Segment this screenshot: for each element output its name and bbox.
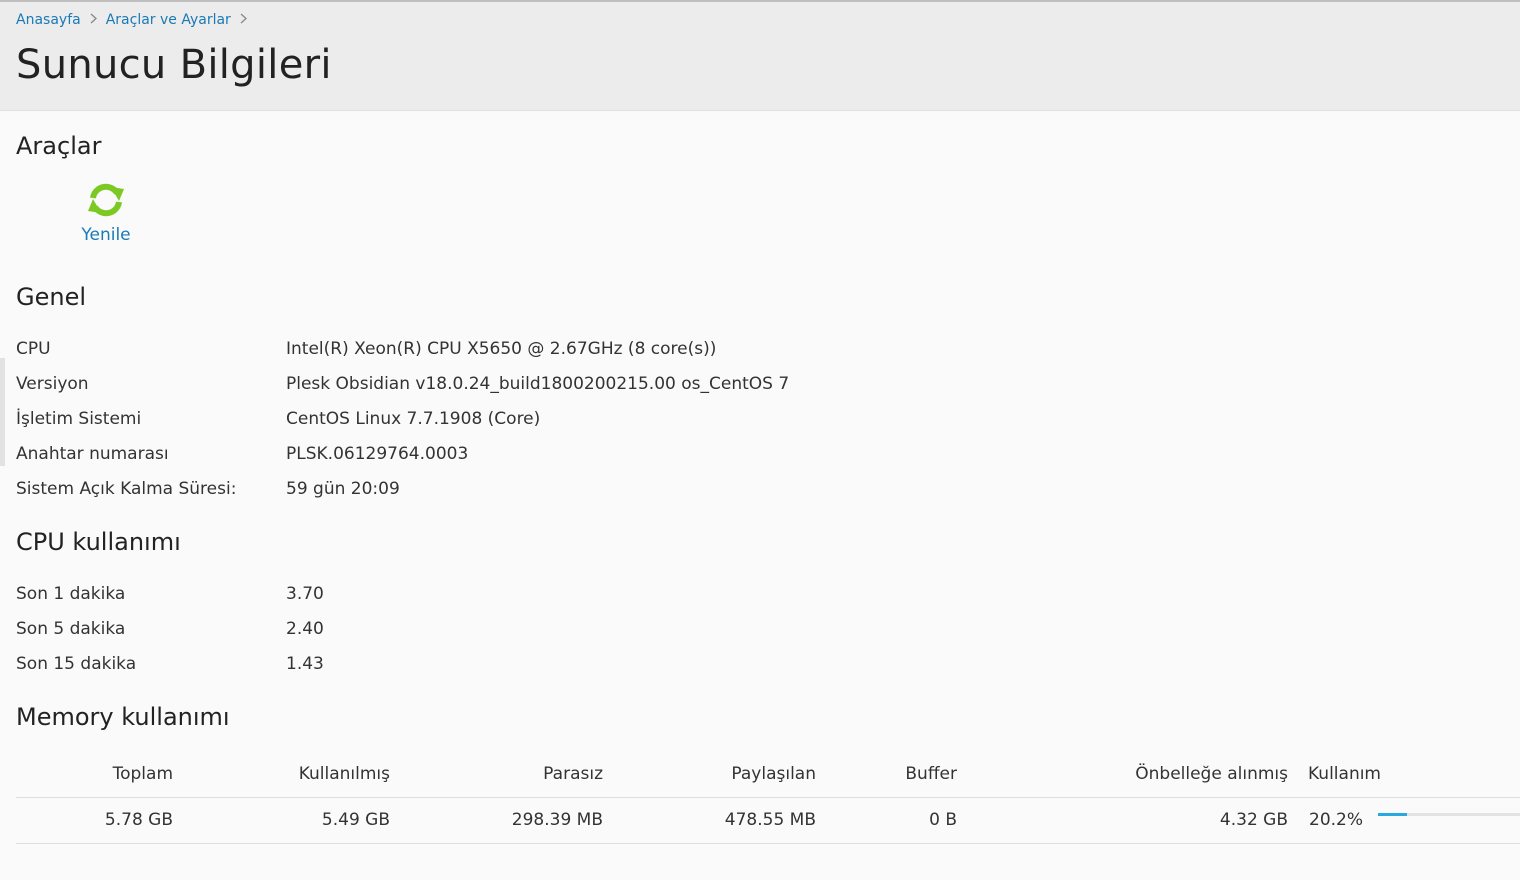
general-label: Sistem Açık Kalma Süresi: [16, 479, 237, 499]
general-row-version: Versiyon Plesk Obsidian v18.0.24_build18… [16, 374, 916, 398]
general-value: PLSK.06129764.0003 [286, 444, 469, 464]
header-free: Parasız [543, 764, 603, 784]
general-value: Plesk Obsidian v18.0.24_build1800200215.… [286, 374, 790, 394]
general-label: CPU [16, 339, 51, 359]
breadcrumb-tools-settings-link[interactable]: Araçlar ve Ayarlar [106, 12, 231, 28]
page-header: Anasayfa Araçlar ve Ayarlar Sunucu Bilgi… [0, 2, 1520, 111]
general-section-title: Genel [16, 283, 87, 311]
general-label: Versiyon [16, 374, 89, 394]
table-row: 5.78 GB 5.49 GB 298.39 MB 478.55 MB 0 B … [16, 798, 1520, 844]
chevron-right-icon [240, 13, 247, 28]
general-row-uptime: Sistem Açık Kalma Süresi: 59 gün 20:09 [16, 479, 916, 503]
header-shared: Paylaşılan [731, 764, 816, 784]
cpu-value: 3.70 [286, 584, 324, 604]
value-buffer: 0 B [929, 810, 957, 830]
general-label: İşletim Sistemi [16, 409, 142, 429]
usage-progress-fill [1378, 813, 1407, 816]
general-value: CentOS Linux 7.7.1908 (Core) [286, 409, 541, 429]
cpu-section-title: CPU kullanımı [16, 528, 181, 556]
breadcrumb-home-link[interactable]: Anasayfa [16, 12, 81, 28]
cpu-label: Son 5 dakika [16, 619, 126, 639]
value-usage: 20.2% [1309, 810, 1364, 830]
general-row-key-number: Anahtar numarası PLSK.06129764.0003 [16, 444, 916, 468]
general-value: 59 gün 20:09 [286, 479, 400, 499]
general-label: Anahtar numarası [16, 444, 169, 464]
value-free: 298.39 MB [511, 810, 603, 830]
refresh-icon [88, 183, 124, 217]
value-cached: 4.32 GB [1219, 810, 1288, 830]
usage-progress-bar [1378, 813, 1520, 816]
value-total: 5.78 GB [104, 810, 173, 830]
memory-section-title: Memory kullanımı [16, 703, 230, 731]
header-buffer: Buffer [905, 764, 957, 784]
cpu-row-15min: Son 15 dakika 1.43 [16, 654, 916, 678]
tools-section-title: Araçlar [16, 132, 102, 160]
general-row-os: İşletim Sistemi CentOS Linux 7.7.1908 (C… [16, 409, 916, 433]
cpu-row-1min: Son 1 dakika 3.70 [16, 584, 916, 608]
general-row-cpu: CPU Intel(R) Xeon(R) CPU X5650 @ 2.67GHz… [16, 339, 916, 363]
general-value: Intel(R) Xeon(R) CPU X5650 @ 2.67GHz (8 … [286, 339, 717, 359]
cpu-row-5min: Son 5 dakika 2.40 [16, 619, 916, 643]
cpu-value: 2.40 [286, 619, 324, 639]
cpu-value: 1.43 [286, 654, 324, 674]
header-used: Kullanılmış [298, 764, 390, 784]
refresh-button[interactable]: Yenile [70, 178, 142, 245]
memory-table: Toplam Kullanılmış Parasız Paylaşılan Bu… [16, 752, 1520, 844]
header-usage: Kullanım [1308, 764, 1381, 784]
value-shared: 478.55 MB [724, 810, 816, 830]
header-total: Toplam [112, 764, 173, 784]
value-used: 5.49 GB [321, 810, 390, 830]
chevron-right-icon [90, 13, 97, 28]
breadcrumb: Anasayfa Araçlar ve Ayarlar [16, 12, 256, 28]
page-title: Sunucu Bilgileri [16, 42, 332, 88]
side-panel-handle[interactable] [0, 358, 5, 466]
header-cached: Önbelleğe alınmış [1135, 764, 1288, 784]
memory-table-header: Toplam Kullanılmış Parasız Paylaşılan Bu… [16, 752, 1520, 798]
refresh-label: Yenile [81, 225, 131, 245]
cpu-label: Son 15 dakika [16, 654, 137, 674]
cpu-label: Son 1 dakika [16, 584, 126, 604]
